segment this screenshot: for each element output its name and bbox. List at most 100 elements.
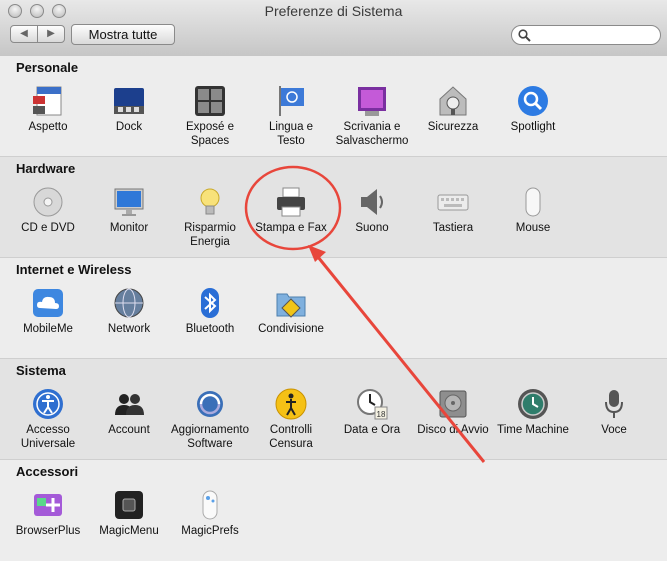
pref-label: Exposé e Spaces	[186, 121, 234, 147]
pref-bluetooth[interactable]: Bluetooth	[169, 286, 251, 336]
section-accessori: Accessori BrowserPlus MagicMenu MagicPre…	[0, 460, 667, 561]
pref-label: Condivisione	[258, 323, 324, 335]
pref-account[interactable]: Account	[88, 387, 170, 437]
pref-cd-dvd[interactable]: CD e DVD	[7, 185, 89, 235]
pref-time-machine[interactable]: Time Machine	[492, 387, 574, 437]
pref-lingua-testo[interactable]: Lingua e Testo	[250, 84, 332, 148]
back-button[interactable]: ◀	[10, 25, 38, 43]
magicprefs-icon	[193, 488, 227, 522]
pref-label: Scrivania e Salvaschermo	[335, 121, 409, 147]
keyboard-icon	[436, 185, 470, 219]
pref-risparmio-energia[interactable]: Risparmio Energia	[169, 185, 251, 249]
pref-label: Sicurezza	[427, 121, 479, 133]
pref-magicprefs[interactable]: MagicPrefs	[169, 488, 251, 538]
browserplus-icon	[31, 488, 65, 522]
pref-label: Disco di Avvio	[417, 424, 489, 436]
pref-label: Voce	[601, 424, 627, 436]
pref-label: Time Machine	[497, 424, 569, 436]
pref-label: MagicPrefs	[181, 525, 239, 537]
pref-sicurezza[interactable]: Sicurezza	[412, 84, 494, 134]
search-icon	[518, 29, 531, 42]
sharing-icon	[274, 286, 308, 320]
magicmenu-icon	[112, 488, 146, 522]
update-icon	[193, 387, 227, 421]
pref-tastiera[interactable]: Tastiera	[412, 185, 494, 235]
pref-dock[interactable]: Dock	[88, 84, 170, 134]
pref-label: Mouse	[515, 222, 551, 234]
cd-icon	[31, 185, 65, 219]
mouse-icon	[516, 185, 550, 219]
pref-expose-spaces[interactable]: Exposé e Spaces	[169, 84, 251, 148]
pref-data-ora[interactable]: 18 Data e Ora	[331, 387, 413, 437]
clock-icon: 18	[355, 387, 389, 421]
section-internet-wireless: Internet e Wireless MobileMe Network Blu…	[0, 258, 667, 359]
pref-label: CD e DVD	[21, 222, 75, 234]
timemachine-icon	[516, 387, 550, 421]
show-all-button[interactable]: Mostra tutte	[71, 24, 175, 45]
pref-scrivania[interactable]: Scrivania e Salvaschermo	[331, 84, 413, 148]
microphone-icon	[597, 387, 631, 421]
language-icon	[274, 84, 308, 118]
accounts-icon	[112, 387, 146, 421]
pref-aggiornamento-software[interactable]: Aggiornamento Software	[169, 387, 251, 451]
pref-disco-avvio[interactable]: Disco di Avvio	[412, 387, 494, 437]
pref-browserplus[interactable]: BrowserPlus	[7, 488, 89, 538]
appearance-icon	[31, 84, 65, 118]
pref-label: Accesso Universale	[20, 424, 76, 450]
pref-label: Stampa e Fax	[255, 222, 327, 234]
pref-label: Lingua e Testo	[268, 121, 314, 147]
pref-mouse[interactable]: Mouse	[492, 185, 574, 235]
pref-network[interactable]: Network	[88, 286, 170, 336]
security-icon	[436, 84, 470, 118]
title-bar: Preferenze di Sistema ◀ ▶ Mostra tutte	[0, 0, 667, 57]
pref-accesso-universale[interactable]: Accesso Universale	[7, 387, 89, 451]
pref-mobileme[interactable]: MobileMe	[7, 286, 89, 336]
pref-stampa-fax[interactable]: Stampa e Fax	[250, 185, 332, 235]
accessibility-icon	[31, 387, 65, 421]
globe-icon	[112, 286, 146, 320]
speaker-icon	[355, 185, 389, 219]
pref-label: Monitor	[109, 222, 149, 234]
pref-label: Data e Ora	[343, 424, 401, 436]
pref-aspetto[interactable]: Aspetto	[7, 84, 89, 134]
pref-voce[interactable]: Voce	[573, 387, 655, 437]
desktop-icon	[355, 84, 389, 118]
pref-label: Network	[107, 323, 151, 335]
pref-label: Risparmio Energia	[184, 222, 236, 248]
spotlight-icon	[516, 84, 550, 118]
expose-icon	[193, 84, 227, 118]
lightbulb-icon	[193, 185, 227, 219]
disk-icon	[436, 387, 470, 421]
printer-icon	[274, 185, 308, 219]
pref-suono[interactable]: Suono	[331, 185, 413, 235]
section-title: Internet e Wireless	[16, 262, 132, 277]
section-title: Personale	[16, 60, 79, 75]
bluetooth-icon	[193, 286, 227, 320]
pref-label: MobileMe	[23, 323, 73, 335]
section-title: Sistema	[16, 363, 66, 378]
pref-label: Controlli Censura	[269, 424, 313, 450]
parental-icon	[274, 387, 308, 421]
pref-controlli-censura[interactable]: Controlli Censura	[250, 387, 332, 451]
pref-label: Dock	[115, 121, 143, 133]
window-title: Preferenze di Sistema	[264, 3, 403, 19]
pref-condivisione[interactable]: Condivisione	[250, 286, 332, 336]
monitor-icon	[112, 185, 146, 219]
pref-label: MagicMenu	[99, 525, 159, 537]
section-title: Hardware	[16, 161, 76, 176]
pref-monitor[interactable]: Monitor	[88, 185, 170, 235]
pref-spotlight[interactable]: Spotlight	[492, 84, 574, 134]
pref-label: Tastiera	[432, 222, 474, 234]
forward-button[interactable]: ▶	[37, 25, 65, 43]
section-personale: Personale Aspetto Dock Exposé e Spaces L…	[0, 56, 667, 157]
system-preferences-window: Preferenze di Sistema ◀ ▶ Mostra tutte P…	[0, 0, 667, 561]
section-title: Accessori	[16, 464, 79, 479]
pref-magicmenu[interactable]: MagicMenu	[88, 488, 170, 538]
cloud-icon	[31, 286, 65, 320]
dock-icon	[112, 84, 146, 118]
search-input[interactable]	[511, 25, 661, 45]
pref-label: Account	[108, 424, 150, 436]
pref-label: Aspetto	[28, 121, 68, 133]
pref-label: BrowserPlus	[15, 525, 81, 537]
section-hardware: Hardware CD e DVD Monitor Risparmio Ener…	[0, 157, 667, 258]
